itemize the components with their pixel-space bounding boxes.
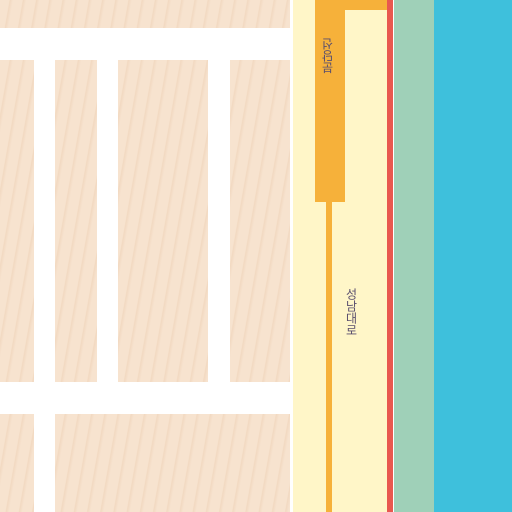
- city-block: [0, 0, 290, 28]
- street-vertical: [34, 60, 55, 512]
- rail-line-label: 분당선: [321, 38, 335, 74]
- city-block: [230, 60, 290, 382]
- street-vertical: [97, 60, 118, 382]
- street-horizontal: [0, 28, 290, 60]
- route-red-line: [387, 0, 393, 512]
- rail-line-branch: [345, 0, 390, 10]
- river: [434, 0, 512, 512]
- city-block: [118, 60, 208, 382]
- rail-line-orange: [326, 200, 332, 512]
- city-block: [0, 60, 34, 382]
- green-strip: [394, 0, 434, 512]
- city-block: [55, 414, 290, 512]
- street-vertical: [208, 60, 230, 382]
- city-blocks-area: [0, 0, 290, 512]
- city-block: [0, 414, 34, 512]
- map-view[interactable]: 분당선 성남대로: [0, 0, 512, 512]
- city-block: [55, 60, 97, 382]
- rail-line-label-box: [315, 0, 345, 202]
- main-road-label: 성남대로: [344, 288, 358, 336]
